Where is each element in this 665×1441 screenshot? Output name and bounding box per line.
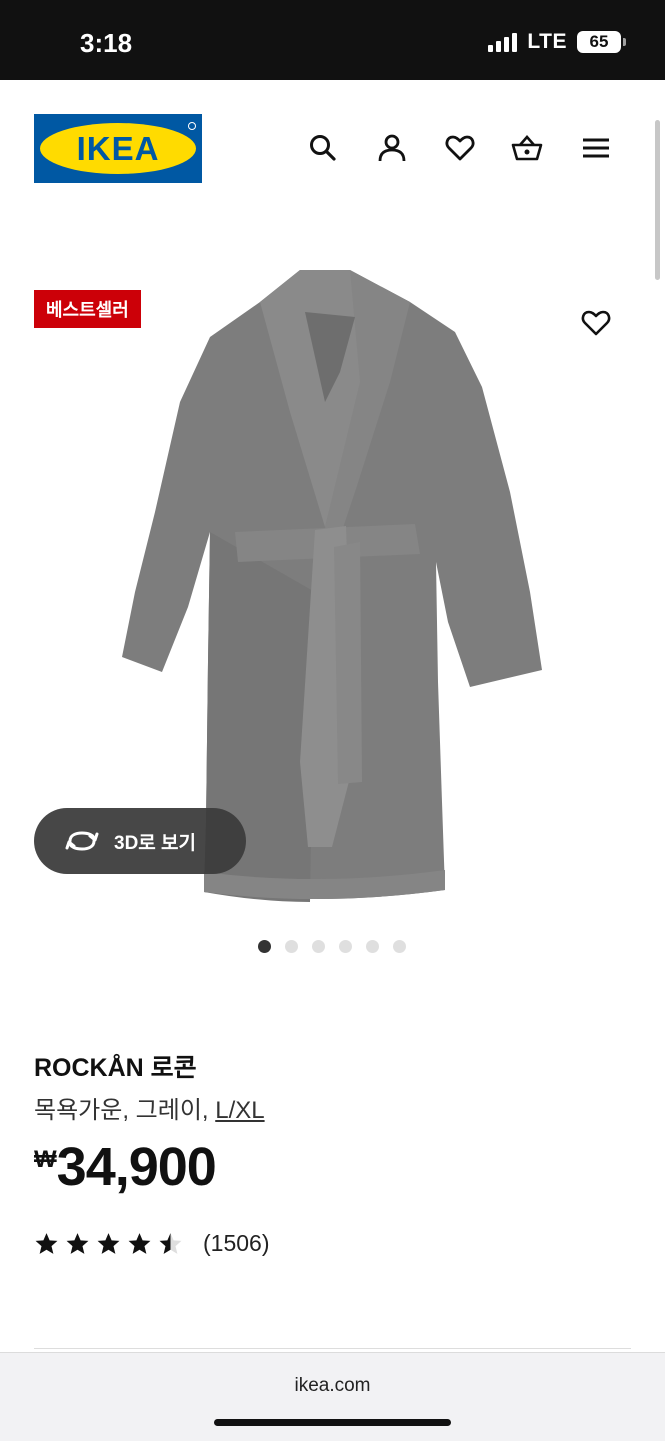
- half-star-icon: [159, 1233, 182, 1254]
- review-count: (1506): [203, 1230, 270, 1256]
- carousel-dot[interactable]: [285, 940, 298, 953]
- page-scrollbar[interactable]: [655, 120, 660, 280]
- carousel-dot[interactable]: [312, 940, 325, 953]
- image-carousel-dots[interactable]: [258, 940, 406, 953]
- product-rating[interactable]: (1506): [34, 1230, 269, 1257]
- ikea-logo[interactable]: IKEA: [34, 114, 202, 183]
- heart-icon[interactable]: [444, 132, 476, 164]
- user-icon[interactable]: [376, 132, 408, 164]
- browser-address-bar[interactable]: ikea.com: [0, 1352, 665, 1441]
- product-name: ROCKÅN 로콘: [34, 1054, 197, 1082]
- battery-level: 65: [589, 32, 609, 51]
- carousel-dot[interactable]: [366, 940, 379, 953]
- heart-icon: [581, 310, 611, 336]
- network-type: LTE: [527, 30, 567, 53]
- site-header: IKEA: [0, 80, 665, 220]
- currency-symbol: ₩: [34, 1146, 57, 1173]
- logo-oval: IKEA: [40, 123, 196, 174]
- star-icon: [66, 1233, 89, 1254]
- product-type-color: 목욕가운, 그레이,: [34, 1097, 216, 1124]
- product-description: 목욕가운, 그레이, L/XL: [34, 1090, 265, 1125]
- signal-icon: [488, 32, 518, 52]
- basket-icon[interactable]: [511, 132, 543, 164]
- view-3d-label: 3D로 보기: [114, 832, 197, 854]
- status-bar: 3:18 LTE 65: [0, 0, 665, 80]
- search-icon[interactable]: [307, 132, 339, 164]
- price-amount: 34,900: [56, 1137, 217, 1197]
- section-divider: [34, 1348, 631, 1349]
- rating-stars: [34, 1231, 183, 1256]
- bestseller-badge: 베스트셀러: [34, 290, 141, 328]
- carousel-dot[interactable]: [339, 940, 352, 953]
- product-size-link[interactable]: L/XL: [215, 1097, 264, 1124]
- carousel-dot[interactable]: [393, 940, 406, 953]
- battery-icon: 65: [577, 31, 626, 53]
- status-time: 3:18: [80, 28, 133, 58]
- star-icon: [97, 1233, 120, 1254]
- menu-icon[interactable]: [580, 132, 612, 164]
- rotate-3d-icon: [65, 831, 99, 851]
- star-icon: [35, 1233, 58, 1254]
- star-icon: [128, 1233, 151, 1254]
- registered-mark-icon: [188, 122, 196, 130]
- carousel-dot[interactable]: [258, 940, 271, 953]
- add-to-wishlist-button[interactable]: [580, 307, 612, 339]
- logo-text: IKEA: [76, 129, 160, 167]
- status-indicators: LTE 65: [488, 30, 626, 54]
- url-text[interactable]: ikea.com: [0, 1375, 665, 1397]
- product-price: ₩ 34,900: [34, 1136, 217, 1198]
- view-3d-button[interactable]: 3D로 보기: [34, 808, 246, 874]
- home-indicator: [214, 1419, 451, 1426]
